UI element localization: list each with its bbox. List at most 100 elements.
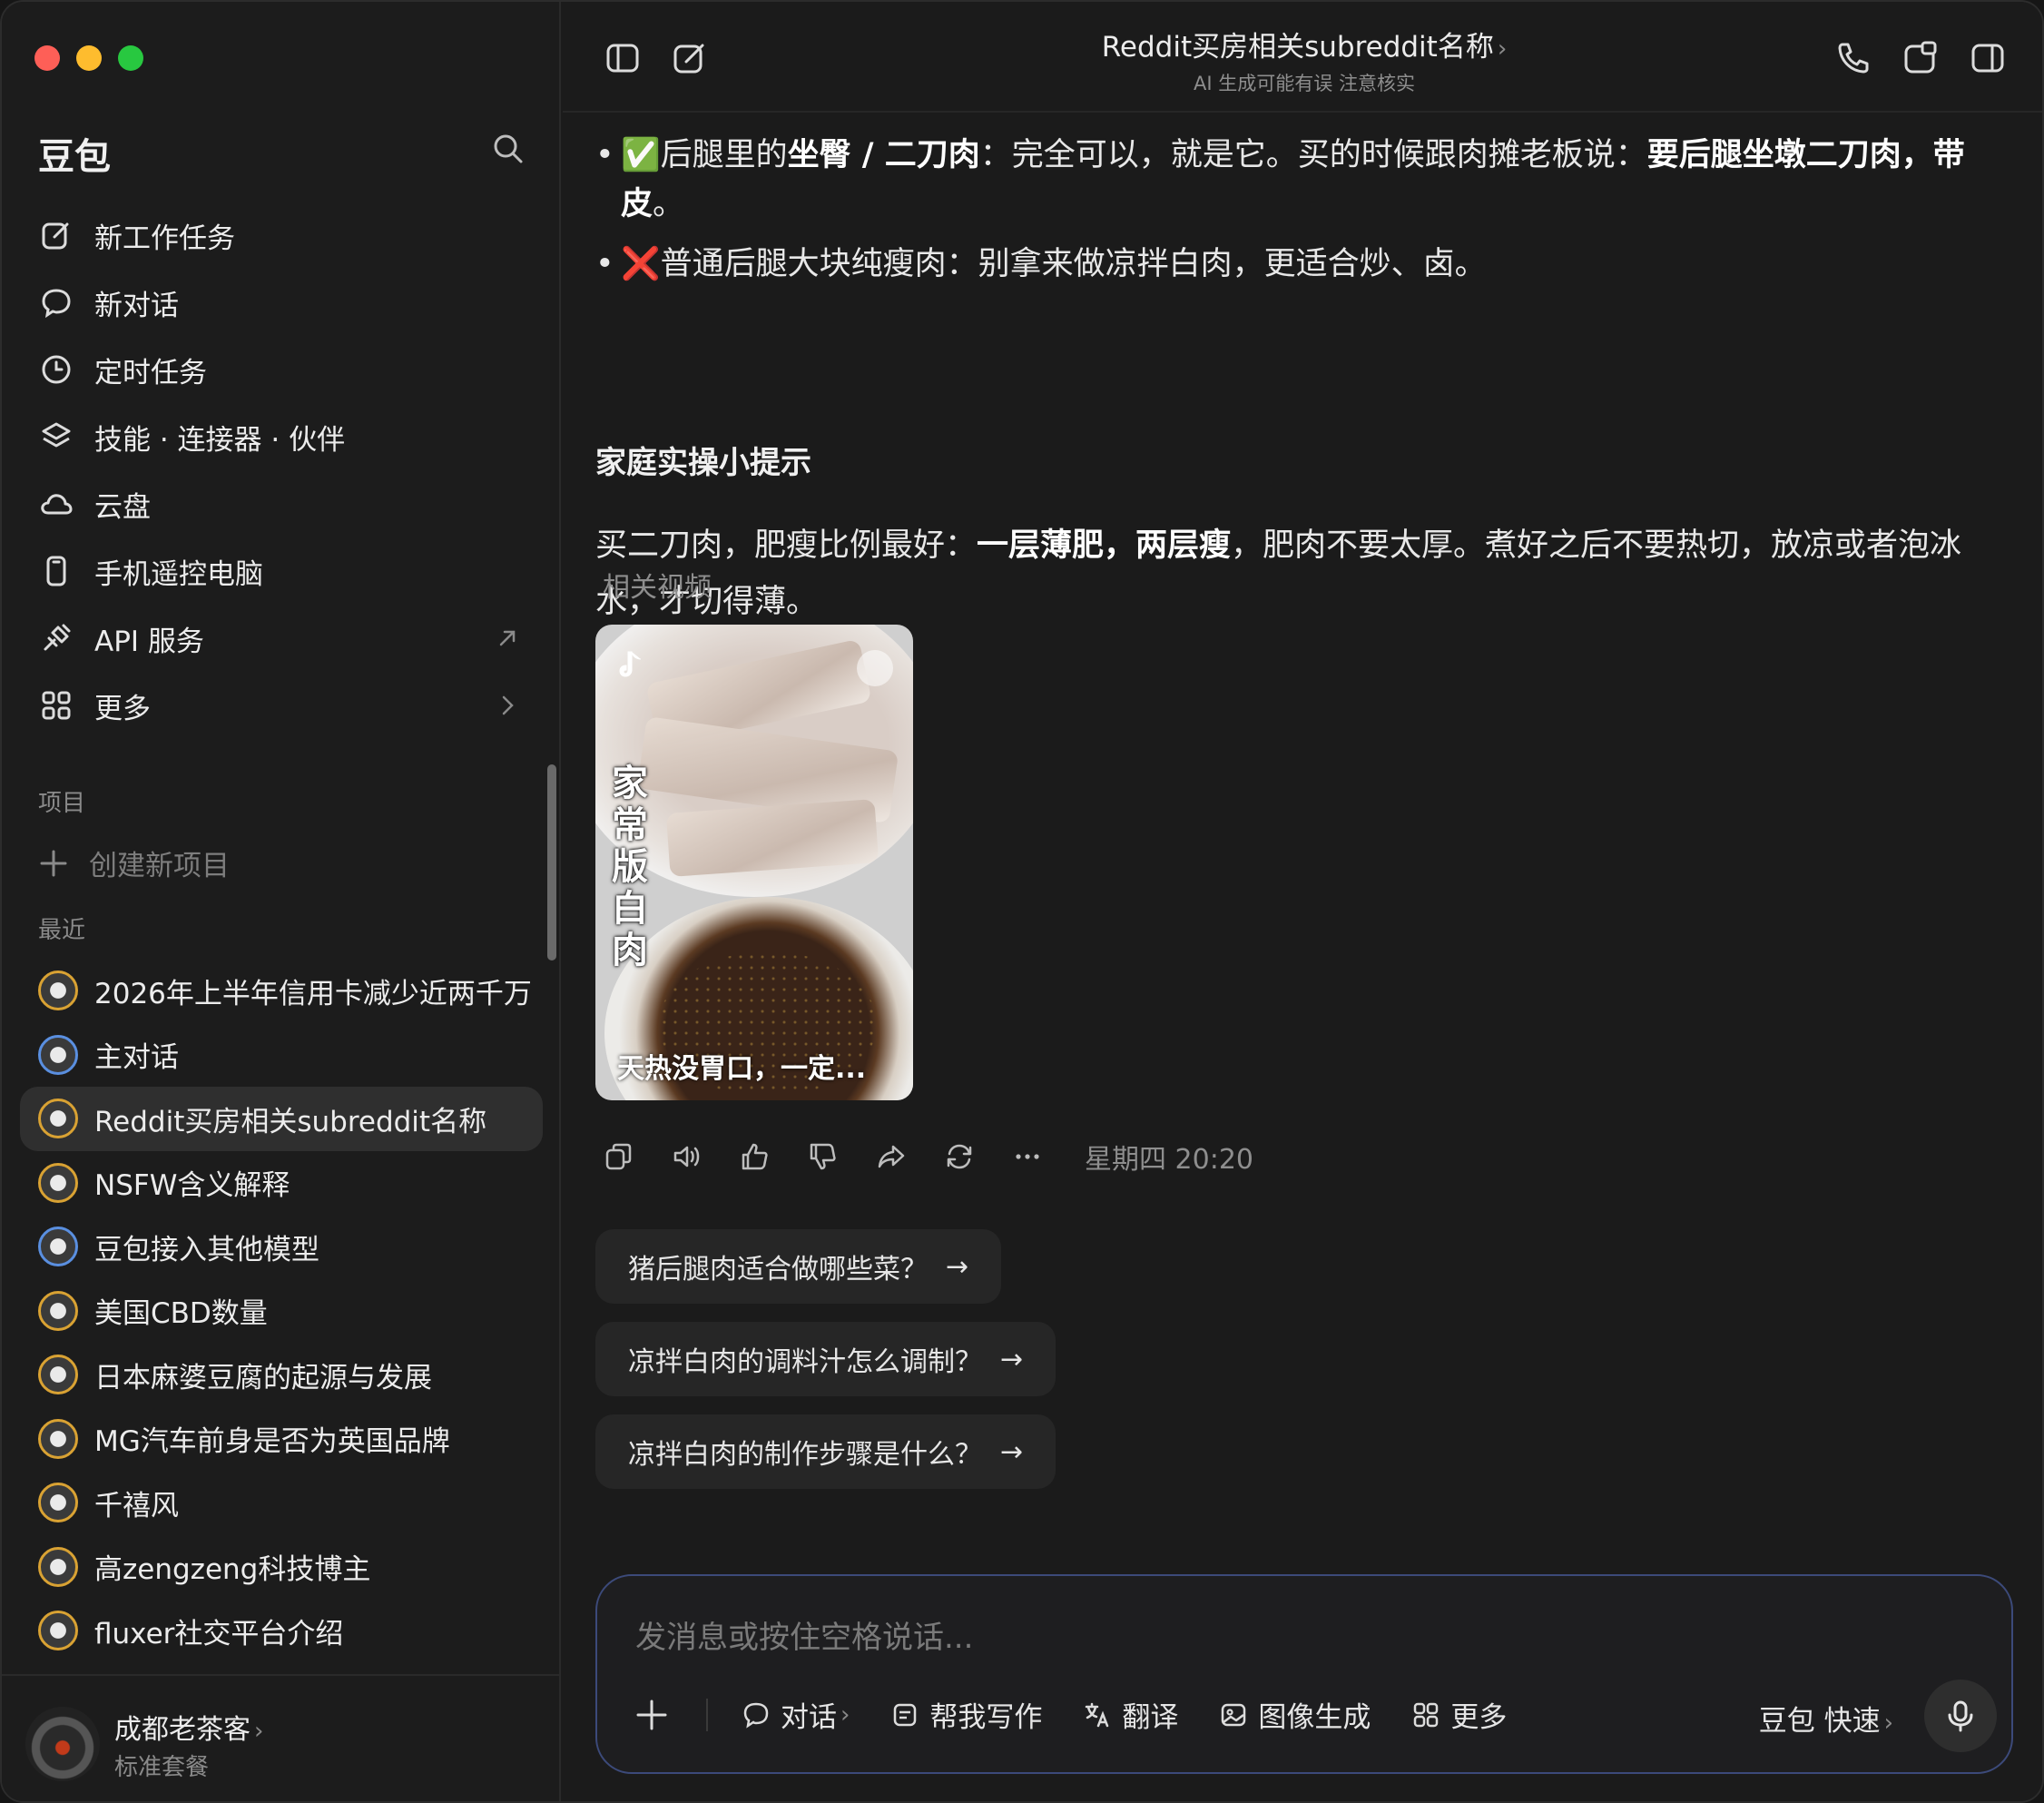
chat-bubble-icon (42, 289, 71, 319)
message-composer: 发消息或按住空格说话... 对话 › 帮我写作 翻译 图像生成 更多 豆包 快速 › (595, 1574, 2013, 1774)
image-generation-button[interactable]: 图像生成 (1218, 1694, 1371, 1735)
message-input[interactable]: 发消息或按住空格说话... (635, 1612, 973, 1657)
top-bar: Reddit买房相关subreddit名称 › AI 生成可能有误 注意核实 (563, 2, 2042, 113)
recent-chat-item[interactable]: 千禧风 (20, 1471, 543, 1535)
edit-icon (42, 222, 69, 250)
sidebar-scrollbar[interactable] (547, 764, 556, 961)
recent-chat-label: 日本麻婆豆腐的起源与发展 (94, 1361, 432, 1394)
document-pen-icon (894, 1703, 917, 1726)
suggestion-text: 凉拌白肉的制作步骤是什么？ (628, 1439, 982, 1471)
suggestion-chip[interactable]: 猪后腿肉适合做哪些菜？ → (595, 1229, 1002, 1304)
recent-chat-item[interactable]: 高zengzeng科技博主 (20, 1535, 543, 1600)
search-icon[interactable] (490, 131, 526, 167)
right-panel-toggle-icon[interactable] (1968, 38, 2008, 78)
related-video-card[interactable]: 家常版白肉 天热没胃口，一定... (595, 625, 913, 1100)
answer-paragraph: 买二刀肉，肥瘦比例最好：一层薄肥，两层瘦，肥肉不要太厚。煮好之后不要热切，放凉或… (595, 517, 1993, 630)
chevron-right-icon: › (1883, 1709, 1893, 1737)
recent-chat-item[interactable]: 主对话 (20, 1023, 543, 1088)
copy-button[interactable] (601, 1138, 637, 1175)
cloud-icon (41, 494, 73, 515)
recent-chat-label: 美国CBD数量 (94, 1297, 268, 1331)
recent-chat-item[interactable]: 豆包接入其他模型 (20, 1215, 543, 1279)
chat-bubble-icon (743, 1702, 769, 1729)
share-arrow-icon (878, 1145, 905, 1168)
recent-chat-item[interactable]: NSFW含义解释 (20, 1151, 543, 1216)
writing-assist-button[interactable]: 帮我写作 (889, 1694, 1042, 1735)
recent-chat-item[interactable]: 日本麻婆豆腐的起源与发展 (20, 1343, 543, 1407)
suggestion-chip[interactable]: 凉拌白肉的调料汁怎么调制？ → (595, 1322, 1056, 1396)
recent-chat-item[interactable]: MG汽车前身是否为英国品牌 (20, 1407, 543, 1472)
call-icon[interactable] (1833, 38, 1873, 78)
share-window-icon[interactable] (1901, 38, 1941, 78)
sidebar-item-api[interactable]: API 服务 (20, 605, 543, 672)
ellipsis-icon (1016, 1154, 1039, 1159)
suggestion-chip[interactable]: 凉拌白肉的制作步骤是什么？ → (595, 1414, 1056, 1489)
mode-chat-button[interactable]: 对话 › (741, 1694, 850, 1735)
more-options-button[interactable] (1009, 1138, 1046, 1175)
recent-chat-label: fluxer社交平台介绍 (94, 1617, 344, 1650)
thumbs-down-icon (810, 1143, 836, 1170)
sidebar-item-cloud[interactable]: 云盘 (20, 470, 543, 537)
video-title: 家常版白肉 (612, 763, 648, 971)
model-mode-label: 豆包 快速 (1758, 1705, 1881, 1738)
sidebar-item-skills[interactable]: 技能 · 连接器 · 伙伴 (20, 403, 543, 470)
more-tools-button[interactable]: 更多 (1410, 1694, 1507, 1735)
speaker-icon (673, 1146, 700, 1168)
sidebar-item-label: 定时任务 (94, 356, 207, 389)
dislike-button[interactable] (805, 1138, 841, 1175)
grid-icon (42, 691, 71, 720)
recent-chat-item[interactable]: 2026年上半年信用卡减少近两千万 (20, 959, 543, 1023)
sidebar-item-label: 手机遥控电脑 (94, 557, 263, 591)
chevron-right-icon: › (254, 1718, 264, 1745)
message-timestamp: 星期四 20:20 (1085, 1144, 1253, 1176)
toolbar-divider (706, 1698, 708, 1731)
create-project-button[interactable]: 创建新项目 (38, 842, 230, 883)
zoom-window-button[interactable] (118, 45, 143, 71)
chat-avatar-icon (38, 1290, 78, 1331)
voice-input-button[interactable] (1924, 1680, 1997, 1752)
recent-chat-label: 2026年上半年信用卡减少近两千万 (94, 977, 532, 1010)
grid-icon (1414, 1702, 1439, 1727)
regenerate-button[interactable] (941, 1138, 978, 1175)
recent-chat-item-active[interactable]: Reddit买房相关subreddit名称 (20, 1087, 543, 1151)
sidebar-item-new-task[interactable]: 新工作任务 (20, 202, 543, 269)
like-button[interactable] (737, 1138, 773, 1175)
sidebar: 豆包 新工作任务 新对话 定时任务 技能 · 连接器 · 伙伴 云盘 手机遥控电… (2, 2, 561, 1801)
suggestion-text: 凉拌白肉的调料汁怎么调制？ (628, 1346, 982, 1378)
chat-avatar-icon (38, 1227, 78, 1267)
sidebar-item-scheduled[interactable]: 定时任务 (20, 336, 543, 403)
answer-bullet: • ✅后腿里的坐臀 / 二刀肉：完全可以，就是它。买的时候跟肉摊老板说：要后腿坐… (595, 131, 1982, 229)
composer-toolbar: 对话 › 帮我写作 翻译 图像生成 更多 (634, 1694, 1547, 1735)
chat-title-row[interactable]: Reddit买房相关subreddit名称 › (563, 24, 2042, 64)
chevron-right-icon: › (840, 1700, 850, 1729)
sidebar-item-new-chat[interactable]: 新对话 (20, 269, 543, 336)
tool-label: 对话 (781, 1701, 837, 1734)
minimize-window-button[interactable] (76, 45, 102, 71)
close-window-button[interactable] (34, 45, 60, 71)
sidebar-item-more[interactable]: 更多 (20, 672, 543, 739)
recent-chat-label: MG汽车前身是否为英国品牌 (94, 1425, 450, 1459)
recent-chat-item[interactable]: fluxer社交平台介绍 (20, 1599, 543, 1663)
user-name: 成都老茶客 (114, 1714, 251, 1746)
chat-avatar-icon (38, 1162, 78, 1203)
translate-icon (1086, 1702, 1109, 1727)
phone-icon (46, 556, 66, 586)
paragraph-text: 买二刀肉，肥瘦比例最好： (595, 527, 978, 564)
model-mode-selector[interactable]: 豆包 快速 › (1759, 1698, 1893, 1739)
user-profile[interactable]: 成都老茶客 › 标准套餐 (2, 1674, 559, 1801)
create-project-label: 创建新项目 (89, 850, 230, 882)
chat-avatar-icon (38, 1099, 78, 1139)
read-aloud-button[interactable] (669, 1138, 705, 1175)
recent-chat-item[interactable]: 美国CBD数量 (20, 1279, 543, 1344)
copy-icon (605, 1143, 632, 1170)
chat-avatar-icon (38, 1611, 78, 1651)
user-plan: 标准套餐 (114, 1754, 210, 1781)
share-button[interactable] (873, 1138, 909, 1175)
external-link-icon (499, 630, 516, 646)
sidebar-item-phone-remote[interactable]: 手机遥控电脑 (20, 537, 543, 605)
cross-emoji-icon: ❌ (621, 246, 661, 282)
translate-button[interactable]: 翻译 (1082, 1694, 1178, 1735)
sidebar-item-label: 云盘 (94, 490, 151, 524)
attach-plus-icon[interactable] (634, 1697, 670, 1733)
chat-avatar-icon (38, 1034, 78, 1075)
